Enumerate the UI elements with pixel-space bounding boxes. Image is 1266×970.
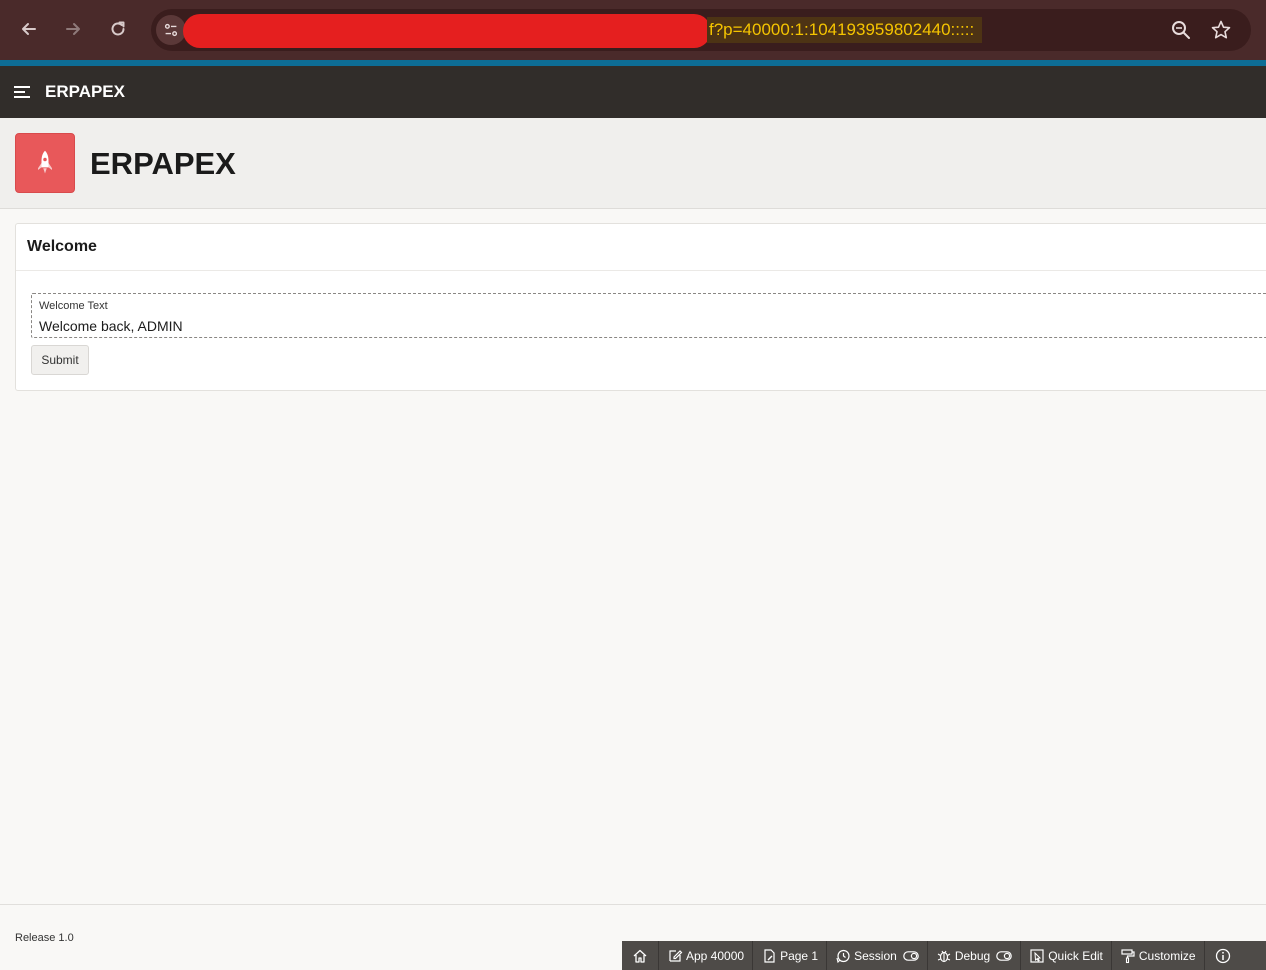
page-edit-icon: [764, 948, 775, 963]
session-icon: [836, 949, 850, 963]
home-icon[interactable]: [622, 941, 659, 970]
debug-toggle-icon[interactable]: [996, 950, 1012, 961]
debug-button[interactable]: Debug: [928, 941, 1022, 970]
page-label: Page 1: [780, 948, 819, 963]
region-title: Welcome: [27, 238, 97, 255]
browser-toolbar: f?p=40000:1:104193959802440:::::: [0, 0, 1266, 60]
app-label: App 40000: [686, 948, 745, 963]
page-title: ERPAPEX: [90, 146, 236, 181]
footer-divider: [0, 904, 1266, 905]
address-bar[interactable]: f?p=40000:1:104193959802440:::::: [151, 9, 1251, 51]
region-header: Welcome: [16, 224, 1266, 271]
welcome-text-field[interactable]: Welcome Text Welcome back, ADMIN: [31, 293, 1266, 338]
info-icon[interactable]: [1205, 941, 1241, 970]
session-button[interactable]: Session: [827, 941, 928, 970]
paint-roller-icon: [1121, 948, 1135, 963]
url-redaction: [183, 14, 711, 48]
developer-toolbar: App 40000 Page 1 Session Debug Quick Edi…: [622, 941, 1266, 970]
bug-icon: [937, 950, 951, 962]
session-toggle-icon[interactable]: [903, 950, 919, 961]
release-text: Release 1.0: [15, 932, 74, 944]
debug-label: Debug: [954, 948, 991, 963]
rocket-icon: [15, 133, 75, 193]
bookmark-star-icon[interactable]: [1210, 19, 1232, 41]
submit-button[interactable]: Submit: [31, 345, 89, 375]
site-info-icon[interactable]: [156, 15, 186, 45]
back-arrow-icon[interactable]: [14, 14, 44, 44]
quick-edit-label: Quick Edit: [1048, 948, 1103, 963]
url-text[interactable]: f?p=40000:1:104193959802440:::::: [707, 17, 983, 43]
session-label: Session: [854, 948, 897, 963]
forward-arrow-icon[interactable]: [58, 14, 88, 44]
welcome-region: Welcome Welcome Text Welcome back, ADMIN…: [15, 223, 1266, 391]
hero-region: ERPAPEX: [0, 118, 1266, 209]
quick-edit-button[interactable]: Quick Edit: [1021, 941, 1112, 970]
hamburger-icon[interactable]: [14, 84, 32, 100]
app-name[interactable]: ERPAPEX: [45, 81, 125, 103]
welcome-text-label: Welcome Text: [39, 300, 108, 312]
customize-button[interactable]: Customize: [1112, 941, 1205, 970]
customize-label: Customize: [1138, 948, 1196, 963]
reload-icon[interactable]: [103, 14, 133, 44]
page-button[interactable]: Page 1: [753, 941, 828, 970]
app-button[interactable]: App 40000: [659, 941, 754, 970]
welcome-text-value[interactable]: Welcome back, ADMIN: [39, 318, 183, 334]
edit-icon: [669, 949, 683, 962]
quick-edit-icon: [1030, 948, 1044, 963]
zoom-icon[interactable]: [1170, 19, 1192, 41]
app-header: ERPAPEX: [0, 66, 1266, 118]
